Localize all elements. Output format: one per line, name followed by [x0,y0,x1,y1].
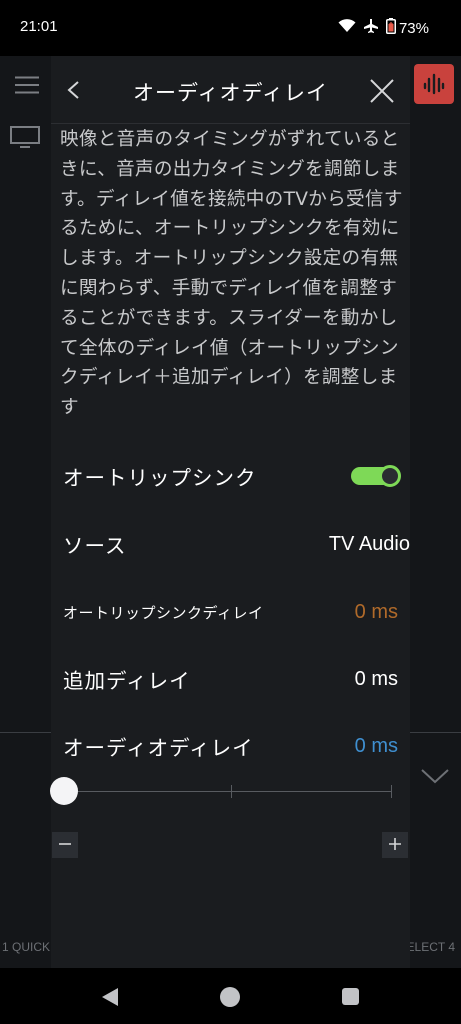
plus-icon [388,836,402,855]
status-icons: 73% [338,18,429,38]
lip-sync-delay-label: オートリップシンクディレイ [63,603,264,622]
app-logo [414,64,454,104]
lip-sync-delay-value: 0 ms [354,600,398,623]
source-value: TV Audio [328,532,410,555]
auto-lip-sync-toggle[interactable] [351,465,403,487]
menu-icon[interactable] [14,76,40,98]
background-select-label: ELECT 4 [406,940,455,954]
status-time: 21:01 [20,18,58,35]
dialog-title: オーディオディレイ [132,81,329,105]
nav-recents-icon[interactable] [342,988,359,1005]
close-icon[interactable] [369,78,395,108]
slider-thumb[interactable] [50,777,78,805]
decrease-delay-button[interactable] [52,832,78,858]
nav-home-icon[interactable] [220,987,240,1007]
audio-delay-slider[interactable] [50,774,408,810]
increase-delay-button[interactable] [382,832,408,858]
back-icon[interactable] [65,76,81,108]
chevron-down-icon[interactable] [420,768,450,788]
slider-tick-center [231,785,232,798]
wifi-icon [338,19,356,37]
audio-delay-row: オーディオディレイ 0 ms [63,728,410,764]
auto-lip-sync-label: オートリップシンク [63,466,257,490]
slider-tick-end [391,785,392,798]
extra-delay-row: 追加ディレイ 0 ms [63,661,410,697]
system-nav-bar [0,968,461,1024]
toggle-knob [379,465,401,487]
extra-delay-label: 追加ディレイ [63,669,191,693]
battery-saver-icon [385,18,396,38]
lip-sync-delay-row: オートリップシンクディレイ 0 ms [63,594,410,630]
dialog-header: オーディオディレイ [51,56,410,124]
audio-delay-value: 0 ms [354,734,398,757]
battery-indicator: 73% [385,18,429,38]
slider-track [65,791,392,792]
audio-delay-label: オーディオディレイ [63,736,254,760]
source-row: ソース TV Audio [63,526,410,562]
source-label: ソース [63,534,127,558]
dialog-description: 映像と音声のタイミングがずれているときに、音声の出力タイミングを調節します。ディ… [60,129,403,419]
status-bar: 21:01 73% [0,0,461,56]
battery-percent: 73% [398,19,429,37]
background-quick-select-label: 1 QUICK [2,940,51,954]
auto-lip-sync-row: オートリップシンク [63,458,410,494]
tv-icon [10,126,40,152]
minus-icon [58,836,72,855]
extra-delay-value: 0 ms [354,667,398,690]
nav-back-icon[interactable] [100,987,120,1011]
airplane-icon [363,18,379,38]
audio-delay-dialog: オーディオディレイ 映像と音声のタイミングがずれているときに、音声の出力タイミン… [50,56,410,968]
